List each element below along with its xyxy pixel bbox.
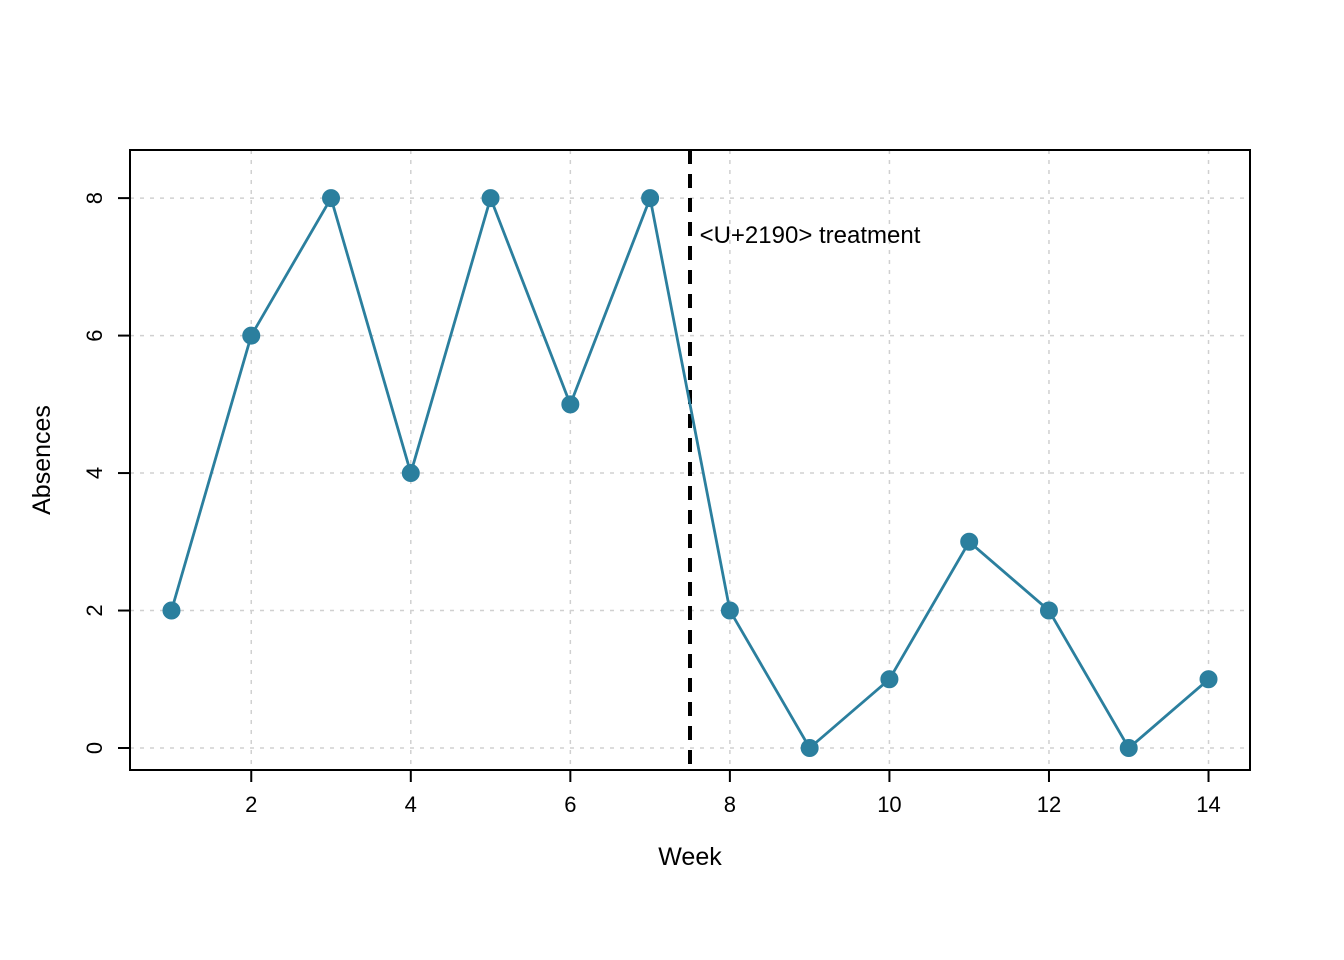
data-point [562, 396, 579, 413]
y-axis: 0 2 4 6 8 [82, 192, 130, 754]
chart-svg: 2 4 6 8 10 12 14 0 2 4 6 8 Week Absences <U+2190> … [0, 0, 1344, 960]
y-tick-label: 2 [82, 604, 107, 616]
x-tick-label: 4 [405, 792, 417, 817]
data-point [1200, 671, 1217, 688]
y-tick-label: 4 [82, 467, 107, 479]
x-tick-label: 6 [564, 792, 576, 817]
data-point [482, 190, 499, 207]
x-tick-label: 8 [724, 792, 736, 817]
x-tick-label: 14 [1196, 792, 1220, 817]
data-point [721, 602, 738, 619]
data-point [402, 465, 419, 482]
data-point [323, 190, 340, 207]
data-point [1040, 602, 1057, 619]
data-point [243, 327, 260, 344]
grid [130, 150, 1250, 770]
x-tick-label: 10 [877, 792, 901, 817]
x-tick-label: 12 [1037, 792, 1061, 817]
y-tick-label: 0 [82, 742, 107, 754]
chart-container: 2 4 6 8 10 12 14 0 2 4 6 8 Week Absences <U+2190> … [0, 0, 1344, 960]
data-point [961, 533, 978, 550]
data-point [642, 190, 659, 207]
x-axis: 2 4 6 8 10 12 14 [245, 770, 1221, 817]
plot-border [130, 150, 1250, 770]
y-axis-label: Absences [28, 405, 56, 515]
x-axis-label: Week [658, 843, 722, 871]
data-point [163, 602, 180, 619]
data-point [801, 740, 818, 757]
y-tick-label: 6 [82, 329, 107, 341]
treatment-annotation: <U+2190> treatment [700, 222, 921, 249]
data-point [1120, 740, 1137, 757]
y-tick-label: 8 [82, 192, 107, 204]
x-tick-label: 2 [245, 792, 257, 817]
data-point [881, 671, 898, 688]
